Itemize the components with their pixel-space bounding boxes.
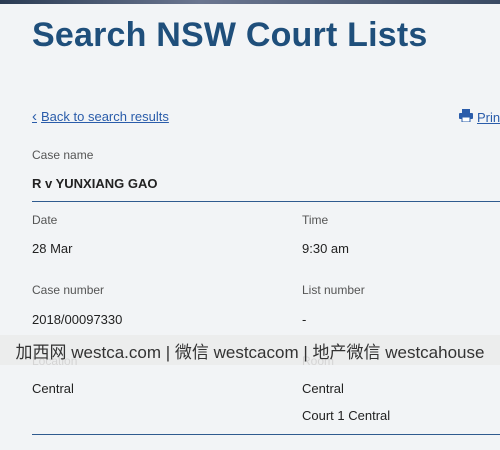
print-link-label: Prin (477, 109, 500, 125)
list-number-label: List number (302, 283, 365, 297)
case-name-divider (32, 201, 500, 202)
location-value: Central (32, 381, 74, 396)
back-link-label: Back to search results (41, 109, 169, 124)
chevron-left-icon: ‹ (32, 108, 37, 125)
case-name-value: R v YUNXIANG GAO (32, 176, 158, 191)
time-label: Time (302, 213, 329, 227)
printer-icon (459, 109, 473, 125)
date-label: Date (32, 213, 58, 227)
room-detail-value: Court 1 Central (302, 408, 391, 423)
date-value: 28 Mar (32, 241, 73, 256)
case-number-value: 2018/00097330 (32, 312, 123, 327)
watermark-banner: 加西网 westca.com | 微信 westcacom | 地产微信 wes… (0, 335, 500, 365)
watermark-text: 加西网 westca.com | 微信 westcacom | 地产微信 wes… (15, 342, 485, 362)
back-to-search-results-link[interactable]: ‹ Back to search results (32, 109, 169, 124)
location-divider (32, 434, 500, 435)
page-title: Search NSW Court Lists (32, 16, 428, 54)
time-value: 9:30 am (302, 241, 349, 256)
case-number-label: Case number (32, 283, 105, 297)
room-value: Central (302, 381, 344, 396)
list-number-value: - (302, 312, 307, 327)
print-link[interactable]: Prin (459, 109, 500, 125)
case-name-label: Case name (32, 148, 94, 162)
top-banner-strip (0, 0, 500, 4)
